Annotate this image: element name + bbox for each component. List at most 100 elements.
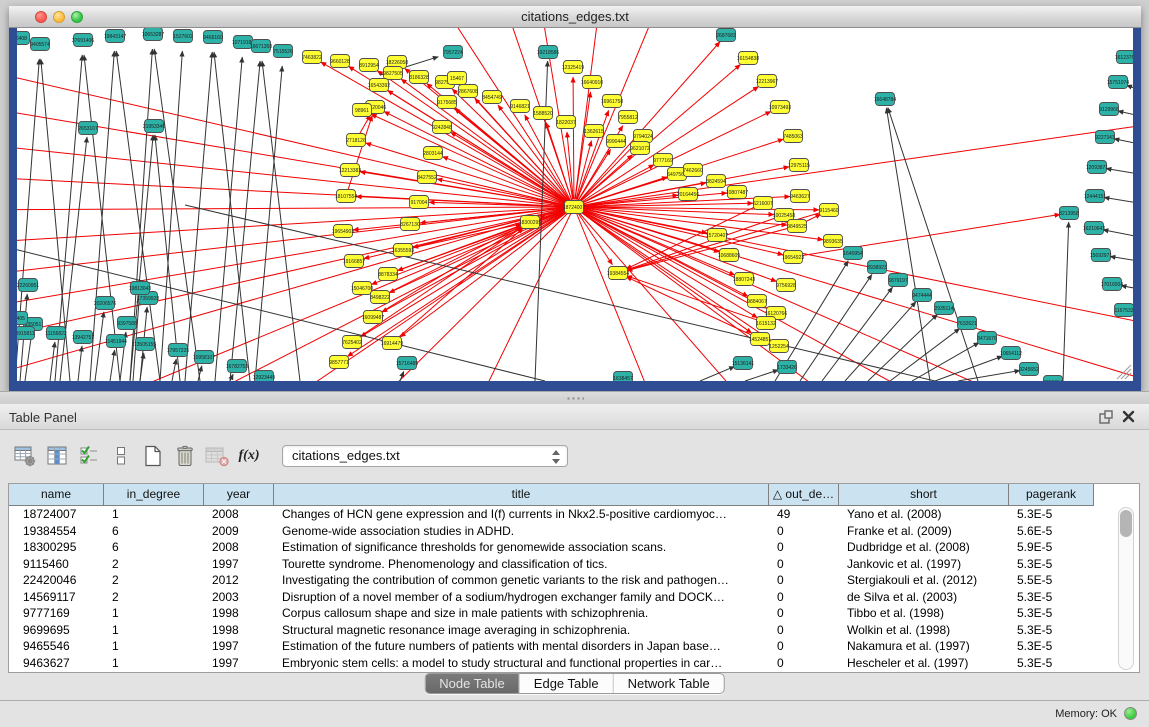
graph-node[interactable]: 3824594 [706,175,726,188]
graph-node[interactable]: 9242848 [432,121,452,134]
graph-node[interactable]: 16210643 [1083,222,1105,235]
table-row[interactable]: 946554611997Estimation of the future num… [9,638,1114,655]
graph-node[interactable]: 2867608 [458,85,478,98]
graph-node[interactable]: 18300295 [519,216,541,229]
graph-node[interactable]: 19654923 [782,251,804,264]
graph-node[interactable]: 19843147 [104,30,126,43]
graph-node[interactable]: 8186328 [409,71,429,84]
graph-node[interactable]: 9893635 [823,235,843,248]
table-row[interactable]: 977716911998Corpus callosum shape and si… [9,605,1114,622]
table-row[interactable]: 969969511998Structural magnetic resonanc… [9,622,1114,639]
graph-node[interactable]: 3915811 [17,327,35,340]
column-header-short[interactable]: short [839,484,1009,506]
graph-node[interactable]: 17957225 [167,344,189,357]
graph-node[interactable]: 15751074 [1107,76,1129,89]
graph-node[interactable]: 9245652 [1019,363,1039,376]
graph-node[interactable]: 1362615 [584,125,604,138]
graph-node[interactable]: 16671358 [250,40,272,53]
graph-node[interactable]: 7957224 [443,46,463,59]
graph-node[interactable]: 12213383 [339,164,361,177]
tab-edge-table[interactable]: Edge Table [519,674,613,693]
graph-node[interactable]: 9466160 [203,31,223,44]
table-row[interactable]: 1830029562008Estimation of significance … [9,539,1114,556]
graph-node[interactable]: 6216007 [753,197,773,210]
graph-node[interactable]: 9621072 [630,142,650,155]
graph-node[interactable]: 9857771 [329,356,349,369]
graph-node[interactable]: 8471676 [977,332,997,345]
graph-node[interactable]: 15136141 [732,357,754,370]
graph-node[interactable]: 98961 [353,104,372,117]
graph-node[interactable]: 10654112 [1000,347,1022,360]
graph-node[interactable]: 9990444 [606,135,626,148]
graph-node[interactable]: 7955812 [618,111,638,124]
graph-node[interactable]: 2653107 [78,122,98,135]
network-canvas[interactable]: 1872400716408940557437691406198431471065… [17,28,1133,381]
graph-node[interactable]: 6879197 [888,274,908,287]
row-height-button[interactable] [106,441,136,471]
graph-node[interactable]: 15467 [448,72,467,85]
graph-node[interactable]: 20164456 [677,188,699,201]
column-header-in_degree[interactable]: in_degree [104,484,204,506]
graph-node[interactable]: 12093871 [1086,161,1108,174]
graph-node[interactable]: 16914479 [381,337,403,350]
graph-node[interactable]: 7625402 [342,336,362,349]
graph-node[interactable]: 16355593 [392,244,414,257]
graph-node[interactable]: 7485063 [783,130,803,143]
graph-node[interactable]: 14524851 [749,333,771,346]
graph-node[interactable]: 1588520 [533,107,553,120]
graph-node[interactable]: 17016504 [1101,278,1123,291]
graph-node[interactable]: 19654903 [332,225,354,238]
graph-node[interactable]: 1733426 [777,361,797,374]
float-window-icon[interactable] [1099,410,1113,424]
graph-node[interactable]: 10653287 [142,28,164,41]
graph-node[interactable]: 2803144 [423,147,443,160]
tab-network-table[interactable]: Network Table [613,674,724,693]
graph-node[interactable]: 19166857 [343,255,365,268]
graph-node[interactable]: 13942757 [72,331,94,344]
graph-node[interactable]: 9884067 [747,295,767,308]
graph-node[interactable]: 21953346 [143,120,165,133]
delete-table-button[interactable] [202,441,232,471]
table-vertical-scrollbar[interactable] [1118,507,1134,670]
graph-node[interactable]: 10958107 [193,351,215,364]
graph-node[interactable]: 9777169 [653,154,673,167]
graph-node[interactable]: 9849525 [787,220,807,233]
graph-node[interactable]: 15692971 [1090,249,1112,262]
graph-node[interactable]: 8938923 [867,261,887,274]
graph-node[interactable]: 16099487 [362,311,384,324]
graph-node[interactable]: 15720407 [706,229,728,242]
graph-node[interactable]: 7463822 [302,51,322,64]
citation-network-graph[interactable]: 1872400716408940557437691406198431471065… [17,28,1133,381]
table-row[interactable]: 911546021997Tourette syndrome. Phenomeno… [9,556,1114,573]
graph-node[interactable]: 20206576 [94,297,116,310]
graph-node[interactable]: 11451944 [105,335,127,348]
graph-node[interactable]: 16405 [17,312,28,325]
graph-node[interactable]: 18107554 [335,190,357,203]
graph-node[interactable]: 9175685 [437,96,457,109]
graph-node[interactable]: 16648784 [874,93,896,106]
graph-node[interactable]: 13505155 [134,338,156,351]
graph-node[interactable]: 7515526 [273,45,293,58]
graph-node[interactable]: 37691406 [72,34,94,47]
split-divider[interactable] [0,391,1149,404]
graph-node[interactable]: 19218586 [537,46,559,59]
graph-node[interactable]: 9115460 [819,204,838,217]
table-selector-dropdown[interactable]: citations_edges.txt [282,445,568,467]
graph-node[interactable]: 18724007 [563,201,585,214]
graph-node[interactable]: 16408 [17,32,30,45]
graph-node[interactable]: 12213967 [756,75,778,88]
graph-node[interactable]: 7632621 [957,317,977,330]
graph-node[interactable]: 1527602 [173,30,193,43]
table-settings-button[interactable] [10,441,40,471]
column-header-out_degree[interactable]: △ out_de… [769,484,839,506]
graph-node[interactable]: 8878334 [378,268,398,281]
graph-node[interactable]: 15716485 [396,357,418,370]
graph-node[interactable]: 10807487 [726,186,748,199]
table-row[interactable]: 1938455462009Genome-wide association stu… [9,523,1114,540]
table-row[interactable]: 1456911722003Disruption of a novel membe… [9,589,1114,606]
graph-node[interactable]: 8267130 [400,218,420,231]
graph-node[interactable]: 10973493 [769,101,791,114]
graph-node[interactable]: 8454749 [482,91,502,104]
graph-node[interactable]: 16640910 [581,76,603,89]
graph-node[interactable]: 9660128 [330,55,350,68]
